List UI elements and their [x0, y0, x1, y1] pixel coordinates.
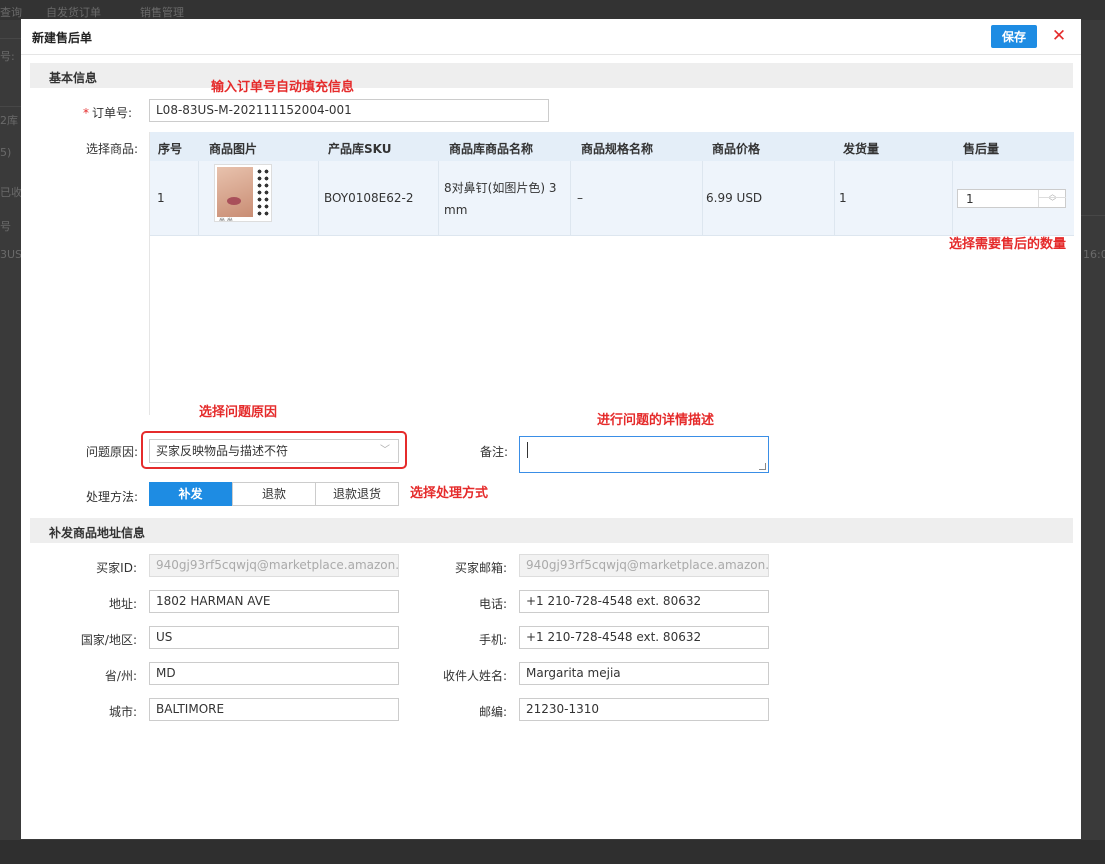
decrement-icon[interactable]: ﹀ — [1039, 198, 1066, 206]
background-text: 16:0 — [1083, 248, 1105, 261]
buyer-id-input[interactable]: 940gj93rf5cqwjq@marketplace.amazon.co — [149, 554, 399, 577]
table-header: 序号 商品图片 产品库SKU 商品库商品名称 商品规格名称 商品价格 发货量 售… — [150, 132, 1074, 161]
address-input[interactable]: 1802 HARMAN AVE — [149, 590, 399, 613]
buyer-id-label: 买家ID: — [96, 561, 137, 575]
background-tab: 销售管理 — [140, 6, 184, 19]
annotation-remark-hint: 进行问题的详情描述 — [597, 413, 715, 428]
annotation-method-hint: 选择处理方式 — [410, 486, 489, 501]
increment-icon[interactable]: ︿ — [1039, 190, 1066, 198]
after-sale-qty-stepper[interactable]: 1 ︿ ﹀ — [957, 189, 1066, 208]
section-title: 基本信息 — [49, 71, 98, 85]
method-label: 处理方法: — [86, 490, 139, 504]
method-option-refund-return[interactable]: 退款退货 — [315, 482, 399, 506]
table-row[interactable]: 1 尚 尚 BOY0108E62-2 8对鼻钉(如图片色) 3 mm – 6.9… — [150, 161, 1074, 236]
reason-label: 问题原因: — [86, 445, 139, 459]
row-index: 1 — [157, 191, 165, 205]
buyer-email-input[interactable]: 940gj93rf5cqwjq@marketplace.amazon.co — [519, 554, 769, 577]
country-input[interactable]: US — [149, 626, 399, 649]
reason-select[interactable]: 买家反映物品与描述不符 ﹀ — [149, 439, 399, 463]
column-divider — [198, 161, 199, 236]
save-button[interactable]: 保存 — [991, 25, 1037, 48]
product-name-line2: mm — [444, 203, 468, 217]
zip-label: 邮编: — [478, 705, 507, 719]
background-divider — [0, 38, 21, 39]
mobile-label: 手机: — [478, 633, 507, 647]
product-spec: – — [577, 191, 583, 205]
zip-input[interactable]: 21230-1310 — [519, 698, 769, 721]
city-label: 城市: — [108, 705, 137, 719]
background-tabs: 查询 自发货订单 销售管理 — [0, 0, 1105, 20]
column-header: 产品库SKU — [328, 142, 392, 156]
column-divider — [702, 161, 703, 236]
address-section-header: 补发商品地址信息 — [30, 518, 1073, 543]
method-option-refund[interactable]: 退款 — [232, 482, 316, 506]
products-label: 选择商品: — [86, 142, 139, 156]
recipient-label: 收件人姓名: — [442, 669, 507, 683]
required-mark: * — [83, 106, 89, 120]
annotation-qty-hint: 选择需要售后的数量 — [949, 237, 1067, 252]
city-input[interactable]: BALTIMORE — [149, 698, 399, 721]
product-name-line1: 8对鼻钉(如图片色) 3 — [444, 181, 557, 195]
background-divider — [1081, 215, 1105, 216]
method-option-reship[interactable]: 补发 — [149, 482, 232, 506]
chevron-down-icon: ﹀ — [380, 445, 390, 456]
background-text: 5) — [0, 146, 12, 159]
order-no-input[interactable]: L08-83US-M-202111152004-001 — [149, 99, 549, 122]
product-image: 尚 尚 — [214, 164, 272, 222]
column-header: 售后量 — [963, 142, 1000, 156]
close-icon[interactable]: ✕ — [1047, 25, 1071, 48]
column-divider — [834, 161, 835, 236]
order-no-label: * 订单号: — [83, 104, 132, 121]
column-divider — [952, 161, 953, 236]
column-divider — [570, 161, 571, 236]
mobile-input[interactable]: +1 210-728-4548 ext. 80632 — [519, 626, 769, 649]
phone-label: 电话: — [478, 597, 507, 611]
column-header: 发货量 — [843, 142, 880, 156]
after-sale-qty-value: 1 — [966, 192, 974, 206]
state-label: 省/州: — [104, 669, 137, 683]
text-caret — [527, 442, 528, 458]
column-header: 商品规格名称 — [581, 142, 654, 156]
address-label: 地址: — [108, 597, 137, 611]
resize-handle-icon[interactable] — [759, 463, 766, 470]
new-after-sale-modal: 新建售后单 保存 ✕ 基本信息 输入订单号自动填充信息 * 订单号: L08-83… — [21, 19, 1081, 839]
column-header: 商品库商品名称 — [449, 142, 534, 156]
phone-input[interactable]: +1 210-728-4548 ext. 80632 — [519, 590, 769, 613]
background-divider — [0, 106, 21, 107]
modal-header: 新建售后单 保存 ✕ — [21, 19, 1081, 55]
remark-textarea[interactable] — [519, 436, 769, 473]
order-no-label-text: 订单号: — [92, 106, 133, 120]
basic-info-section-header: 基本信息 — [30, 63, 1073, 88]
background-text: 3US — [0, 248, 23, 261]
background-tab: 自发货订单 — [46, 6, 101, 19]
product-table: 序号 商品图片 产品库SKU 商品库商品名称 商品规格名称 商品价格 发货量 售… — [149, 132, 1074, 415]
annotation-order-hint: 输入订单号自动填充信息 — [211, 80, 355, 95]
column-divider — [438, 161, 439, 236]
product-photo — [217, 167, 253, 217]
column-header: 商品价格 — [712, 142, 761, 156]
background-footer — [0, 840, 1105, 864]
buyer-email-label: 买家邮箱: — [454, 561, 507, 575]
product-sku: BOY0108E62-2 — [324, 191, 414, 205]
remark-label: 备注: — [480, 445, 509, 459]
recipient-input[interactable]: Margarita mejia — [519, 662, 769, 685]
product-swatches — [256, 168, 270, 216]
column-header: 序号 — [158, 142, 183, 156]
stepper-arrows: ︿ ﹀ — [1038, 190, 1066, 207]
section-title: 补发商品地址信息 — [49, 526, 146, 540]
product-image-caption: 尚 尚 — [219, 218, 233, 222]
country-label: 国家/地区: — [80, 633, 137, 647]
background-text: 2库 — [0, 114, 18, 127]
background-text: 号: — [0, 50, 15, 63]
background-text: 号 — [0, 220, 11, 233]
background-tab: 查询 — [0, 6, 22, 19]
product-price: 6.99 USD — [706, 191, 763, 205]
column-header: 商品图片 — [209, 142, 258, 156]
modal-title: 新建售后单 — [32, 31, 93, 45]
reason-selected-value: 买家反映物品与描述不符 — [156, 444, 289, 458]
annotation-reason-hint: 选择问题原因 — [199, 405, 278, 420]
state-input[interactable]: MD — [149, 662, 399, 685]
column-divider — [318, 161, 319, 236]
shipped-qty: 1 — [839, 191, 847, 205]
